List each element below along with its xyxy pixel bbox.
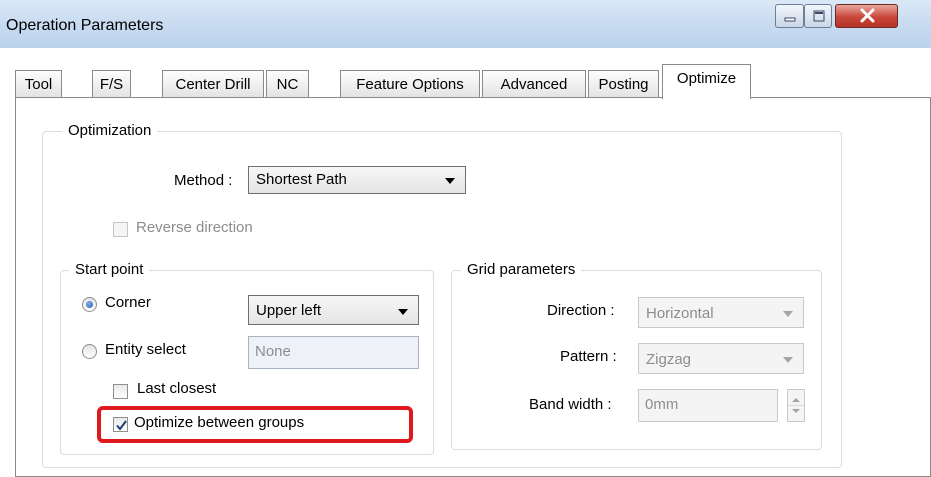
tab-advanced[interactable]: Advanced: [482, 70, 586, 98]
entity-select-value: None: [255, 343, 291, 360]
start-point-legend: Start point: [69, 261, 150, 278]
chevron-down-icon: [783, 311, 793, 317]
chevron-down-icon: [445, 178, 455, 184]
pattern-label: Pattern :: [560, 348, 617, 365]
minimize-icon: [784, 17, 796, 22]
pattern-combo[interactable]: Zigzag: [638, 343, 804, 374]
radio-selected-dot: [86, 301, 93, 308]
highlight-box: [97, 406, 413, 443]
entity-select-radio[interactable]: [82, 344, 97, 359]
method-combo[interactable]: Shortest Path: [248, 166, 466, 194]
optimization-legend: Optimization: [62, 122, 158, 139]
chevron-up-icon: [792, 398, 800, 402]
direction-value: Horizontal: [646, 305, 714, 322]
title-bar: Operation Parameters: [0, 0, 931, 48]
direction-combo[interactable]: Horizontal: [638, 297, 804, 328]
maximize-icon: [813, 10, 825, 22]
band-width-spinner[interactable]: [787, 389, 805, 422]
tab-tool[interactable]: Tool: [15, 70, 62, 98]
entity-select-label: Entity select: [105, 341, 186, 358]
tab-feature-options[interactable]: Feature Options: [340, 70, 480, 98]
direction-label: Direction :: [547, 302, 615, 319]
band-width-value: 0mm: [645, 396, 679, 413]
pattern-value: Zigzag: [646, 351, 692, 368]
reverse-direction-checkbox[interactable]: [113, 222, 128, 237]
tab-nc[interactable]: NC: [266, 70, 309, 98]
close-button[interactable]: [835, 4, 898, 28]
band-width-label: Band width :: [529, 396, 612, 413]
window-title: Operation Parameters: [6, 17, 164, 34]
tab-center-drill[interactable]: Center Drill: [162, 70, 264, 98]
method-value: Shortest Path: [256, 171, 347, 188]
chevron-down-icon: [398, 309, 408, 315]
minimize-button[interactable]: [775, 4, 804, 28]
chevron-down-icon: [792, 409, 800, 413]
corner-label: Corner: [105, 294, 151, 311]
corner-value: Upper left: [256, 302, 322, 319]
entity-select-field[interactable]: None: [248, 336, 419, 369]
reverse-direction-label: Reverse direction: [136, 219, 253, 236]
last-closest-label: Last closest: [137, 380, 217, 397]
band-width-field[interactable]: 0mm: [638, 389, 778, 422]
spinner-divider: [788, 405, 804, 406]
tab-posting[interactable]: Posting: [588, 70, 659, 98]
corner-combo[interactable]: Upper left: [248, 295, 419, 325]
tab-fs[interactable]: F/S: [92, 70, 131, 98]
corner-radio[interactable]: [82, 297, 97, 312]
method-label: Method :: [174, 172, 233, 189]
tab-optimize[interactable]: Optimize: [662, 64, 751, 99]
grid-parameters-legend: Grid parameters: [461, 261, 582, 278]
chevron-down-icon: [783, 357, 793, 363]
close-icon: [860, 8, 875, 23]
maximize-button[interactable]: [804, 4, 832, 28]
last-closest-checkbox[interactable]: [113, 384, 128, 399]
